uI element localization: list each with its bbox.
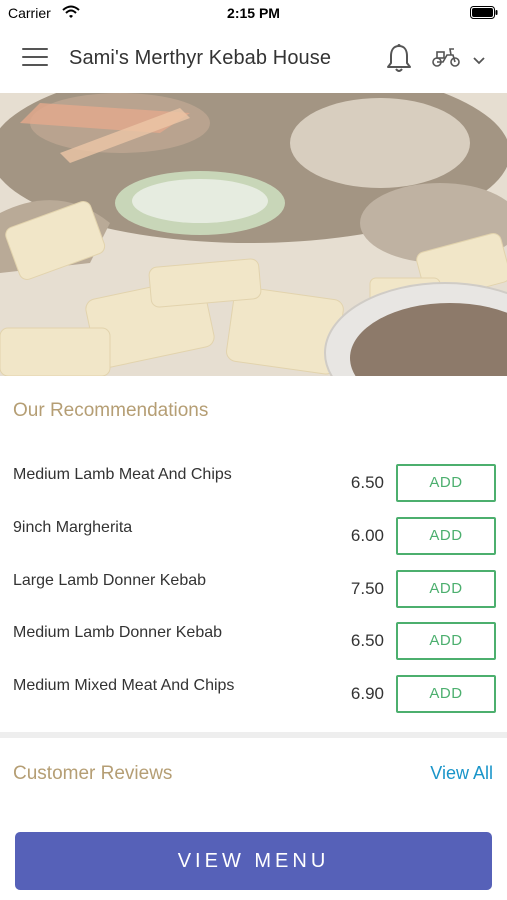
section-divider <box>0 732 507 738</box>
recommendations-title: Our Recommendations <box>13 400 209 421</box>
item-name: Medium Mixed Meat And Chips <box>13 677 235 694</box>
item-price: 7.50 <box>350 579 384 598</box>
list-item: Medium Lamb Meat And Chips 6.50 ADD <box>0 464 507 518</box>
page-title: Sami's Merthyr Kebab House <box>69 47 332 69</box>
list-item: Medium Mixed Meat And Chips 6.90 ADD <box>0 675 507 729</box>
menu-icon[interactable] <box>22 48 48 70</box>
reviews-title: Customer Reviews <box>13 763 173 784</box>
bell-icon[interactable] <box>386 43 412 78</box>
view-menu-button[interactable]: VIEW MENU <box>15 832 492 890</box>
chevron-down-icon[interactable] <box>472 53 486 71</box>
item-name: 9inch Margherita <box>13 519 133 536</box>
add-button[interactable]: ADD <box>396 675 496 713</box>
scooter-icon[interactable] <box>431 46 461 73</box>
item-price: 6.50 <box>350 473 384 492</box>
hero-image <box>0 93 507 376</box>
item-price: 6.90 <box>350 684 384 703</box>
status-time: 2:15 PM <box>227 5 280 21</box>
view-all-link[interactable]: View All <box>430 763 493 784</box>
item-name: Medium Lamb Meat And Chips <box>13 466 232 483</box>
add-button[interactable]: ADD <box>396 517 496 555</box>
item-name: Medium Lamb Donner Kebab <box>13 624 223 641</box>
add-button[interactable]: ADD <box>396 464 496 502</box>
app-header: Sami's Merthyr Kebab House <box>0 26 507 93</box>
list-item: 9inch Margherita 6.00 ADD <box>0 517 507 571</box>
list-item: Medium Lamb Donner Kebab 6.50 ADD <box>0 622 507 676</box>
item-name: Large Lamb Donner Kebab <box>13 572 207 589</box>
item-price: 6.00 <box>350 526 384 545</box>
battery-icon <box>470 6 498 22</box>
add-button[interactable]: ADD <box>396 622 496 660</box>
item-price: 6.50 <box>350 631 384 650</box>
list-item: Large Lamb Donner Kebab 7.50 ADD <box>0 570 507 624</box>
status-bar: Carrier 2:15 PM <box>0 0 507 26</box>
add-button[interactable]: ADD <box>396 570 496 608</box>
